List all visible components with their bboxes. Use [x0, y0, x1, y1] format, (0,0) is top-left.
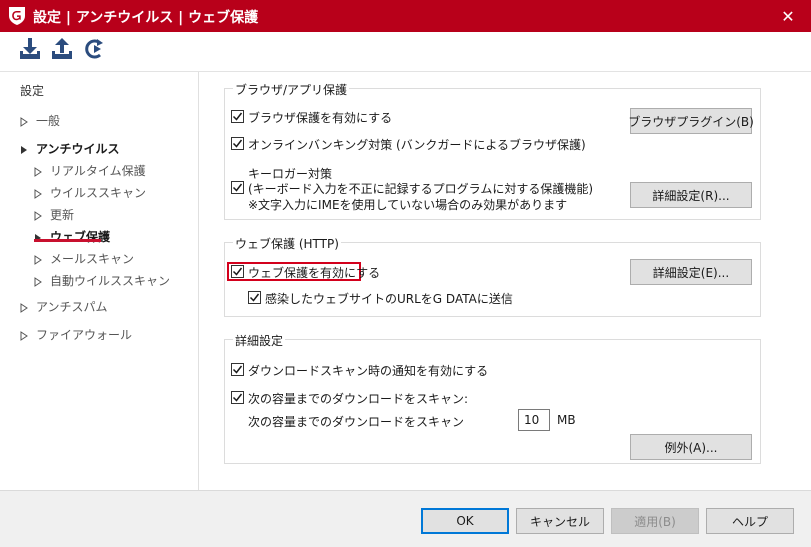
expand-arrow-icon — [34, 276, 42, 287]
import-settings-button[interactable] — [17, 37, 43, 63]
expand-arrow-icon — [34, 188, 42, 199]
group-title: ブラウザ/アプリ保護 — [233, 81, 350, 98]
checkbox-label: ウェブ保護を有効にする — [248, 266, 381, 280]
checkbox-checked-icon — [231, 391, 244, 404]
download-size-limit-checkbox[interactable]: 次の容量までのダウンロードをスキャン: — [231, 390, 468, 407]
online-banking-checkbox[interactable]: オンラインバンキング対策 (バンクガードによるブラウザ保護) — [231, 136, 586, 153]
title-bar: 設定 | アンチウイルス | ウェブ保護 ✕ — [0, 0, 811, 32]
sidebar-item-virus-scan[interactable]: ウイルススキャン — [34, 184, 146, 201]
size-unit-label: MB — [557, 413, 576, 427]
checkbox-label: ダウンロードスキャン時の通知を有効にする — [248, 364, 489, 378]
g-data-shield-icon — [8, 6, 26, 26]
sidebar-item-label: ウェブ保護 — [50, 230, 111, 244]
checkbox-label: オンラインバンキング対策 (バンクガードによるブラウザ保護) — [248, 138, 586, 152]
sidebar-item-label: ウイルススキャン — [50, 186, 147, 200]
sidebar-item-mail-scan[interactable]: メールスキャン — [34, 250, 134, 267]
sidebar-item-firewall[interactable]: ファイアウォール — [20, 326, 132, 343]
sidebar-item-label: アンチウイルス — [36, 142, 120, 156]
size-limit-row-label: 次の容量までのダウンロードをスキャン — [248, 415, 465, 429]
expand-arrow-icon — [20, 302, 28, 313]
sidebar-item-antispam[interactable]: アンチスパム — [20, 298, 108, 315]
cancel-button[interactable]: キャンセル — [516, 508, 604, 534]
close-button[interactable]: ✕ — [765, 0, 811, 32]
checkbox-label: 感染したウェブサイトのURLをG DATAに送信 — [265, 292, 513, 306]
sidebar-item-auto-scan[interactable]: 自動ウイルススキャン — [34, 272, 170, 289]
checkbox-label: 次の容量までのダウンロードをスキャン: — [248, 392, 469, 406]
enable-web-protection-checkbox[interactable]: ウェブ保護を有効にする — [231, 264, 380, 281]
export-settings-button[interactable] — [49, 37, 75, 63]
settings-panel: ブラウザ/アプリ保護 ブラウザ保護を有効にする オンラインバンキング対策 (バン… — [199, 72, 811, 490]
browser-protection-group: ブラウザ/アプリ保護 ブラウザ保護を有効にする オンラインバンキング対策 (バン… — [224, 81, 761, 220]
checkbox-checked-icon — [231, 181, 244, 194]
download-tray-icon — [18, 37, 42, 64]
sidebar-item-realtime[interactable]: リアルタイム保護 — [34, 162, 146, 179]
ok-button[interactable]: OK — [421, 508, 509, 534]
expand-arrow-icon — [20, 116, 28, 127]
expand-arrow-icon — [34, 254, 42, 265]
group-title: 詳細設定 — [233, 332, 286, 349]
reset-settings-button[interactable] — [82, 37, 108, 63]
sidebar-item-web-protection[interactable]: ウェブ保護 — [34, 228, 110, 245]
send-infected-urls-checkbox[interactable]: 感染したウェブサイトのURLをG DATAに送信 — [248, 290, 513, 307]
web-advanced-settings-button[interactable]: 詳細設定(E)... — [630, 259, 752, 285]
reset-arrow-icon — [83, 37, 107, 64]
expanded-arrow-icon — [20, 144, 28, 154]
toolbar — [0, 32, 811, 72]
selected-item-underline — [34, 239, 101, 242]
sidebar-item-label: アンチスパム — [36, 300, 108, 314]
sidebar-item-general[interactable]: 一般 — [20, 112, 60, 129]
sidebar-item-update[interactable]: 更新 — [34, 206, 74, 223]
sidebar-item-label: ファイアウォール — [36, 328, 133, 342]
sidebar-item-label: 一般 — [36, 114, 61, 128]
sidebar-item-label: 更新 — [50, 208, 75, 222]
sidebar-item-label: 自動ウイルススキャン — [50, 274, 171, 288]
checkbox-label: (キーボード入力を不正に記録するプログラムに対する保護機能) — [248, 182, 594, 196]
size-limit-input[interactable]: 10 — [518, 409, 550, 431]
expand-arrow-icon — [34, 210, 42, 221]
checkbox-checked-icon — [248, 291, 261, 304]
browser-plugin-button[interactable]: ブラウザプラグイン(B) — [628, 108, 754, 134]
advanced-settings-group: 詳細設定 ダウンロードスキャン時の通知を有効にする 次の容量までのダウンロードを… — [224, 332, 761, 464]
expand-arrow-icon — [20, 330, 28, 341]
upload-tray-icon — [50, 37, 74, 64]
expand-arrow-icon — [34, 166, 42, 177]
web-protection-group: ウェブ保護 (HTTP) ウェブ保護を有効にする 感染したウェブサイトのURLを… — [224, 235, 761, 317]
exceptions-button[interactable]: 例外(A)... — [630, 434, 752, 460]
sidebar: 設定 一般 アンチウイルス リアルタイム保護 ウイルススキャン 更新 ウェブ保護… — [0, 72, 198, 490]
help-button[interactable]: ヘルプ — [706, 508, 794, 534]
download-notification-checkbox[interactable]: ダウンロードスキャン時の通知を有効にする — [231, 362, 488, 379]
keylogger-protection-checkbox[interactable]: (キーボード入力を不正に記録するプログラムに対する保護機能) — [231, 180, 593, 197]
sidebar-item-label: メールスキャン — [50, 252, 135, 266]
close-icon: ✕ — [781, 6, 795, 26]
enable-browser-protection-checkbox[interactable]: ブラウザ保護を有効にする — [231, 109, 392, 126]
sidebar-item-label: リアルタイム保護 — [50, 164, 146, 178]
sidebar-title: 設定 — [20, 84, 45, 98]
apply-button[interactable]: 適用(B) — [611, 508, 699, 534]
checkbox-label: ブラウザ保護を有効にする — [248, 111, 393, 125]
checkbox-checked-icon — [231, 363, 244, 376]
dialog-footer: OK キャンセル 適用(B) ヘルプ — [0, 490, 811, 547]
ok-button-label: OK — [456, 514, 474, 528]
keylogger-note: ※文字入力にIMEを使用していない場合のみ効果があります — [248, 198, 568, 212]
browser-advanced-settings-button[interactable]: 詳細設定(R)... — [630, 182, 752, 208]
group-title: ウェブ保護 (HTTP) — [233, 235, 341, 252]
checkbox-checked-icon — [231, 137, 244, 150]
window-title: 設定 | アンチウイルス | ウェブ保護 — [33, 10, 259, 26]
checkbox-checked-icon — [231, 265, 244, 278]
checkbox-checked-icon — [231, 110, 244, 123]
sidebar-item-antivirus[interactable]: アンチウイルス — [20, 140, 120, 157]
